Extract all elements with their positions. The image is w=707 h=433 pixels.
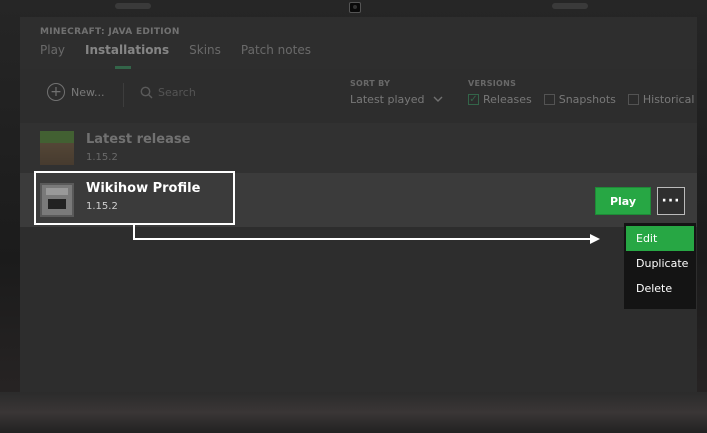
new-installation-label: New...	[71, 85, 105, 99]
bezel-hinge-right	[552, 3, 588, 9]
plus-icon: +	[47, 83, 65, 101]
toolbar-divider	[123, 83, 124, 107]
laptop-base	[0, 392, 707, 433]
grass-block-icon	[40, 131, 74, 165]
annotation-arrow-stem	[133, 225, 135, 239]
annotation-highlight-box	[34, 171, 235, 225]
checkbox-empty-icon	[543, 94, 555, 105]
play-button[interactable]: Play	[595, 187, 651, 215]
installation-context-menu: Edit Duplicate Delete	[624, 223, 696, 309]
tab-skins[interactable]: Skins	[189, 43, 221, 57]
arrow-right-icon	[590, 234, 600, 244]
launcher-header: MINECRAFT: JAVA EDITION Play Installatio…	[20, 17, 697, 69]
sort-by-label: SORT BY	[350, 79, 391, 88]
installation-row-latest-release[interactable]: Latest release 1.15.2	[20, 123, 697, 173]
search-icon	[140, 86, 153, 99]
edition-title: MINECRAFT: JAVA EDITION	[40, 27, 180, 37]
releases-label: Releases	[483, 93, 532, 106]
installation-version: 1.15.2	[86, 152, 118, 163]
menu-item-duplicate[interactable]: Duplicate	[624, 251, 696, 276]
versions-filter: VERSIONS ✓ Releases Snapshots Historical	[468, 79, 694, 106]
installations-toolbar: + New... SORT BY Latest played	[20, 69, 697, 123]
tab-play[interactable]: Play	[40, 43, 65, 57]
snapshots-label: Snapshots	[558, 93, 616, 106]
historical-checkbox[interactable]: Historical	[627, 93, 695, 106]
new-installation-button[interactable]: + New...	[47, 83, 104, 101]
chevron-down-icon	[433, 96, 443, 102]
webcam-icon	[349, 2, 361, 13]
releases-checkbox[interactable]: ✓ Releases	[468, 93, 532, 106]
annotation-arrow-line	[133, 238, 593, 240]
sort-control: SORT BY Latest played	[350, 79, 443, 106]
check-icon: ✓	[468, 93, 479, 105]
bezel-hinge-left	[115, 3, 151, 9]
tab-bar: Play Installations Skins Patch notes	[40, 43, 311, 69]
versions-checkboxes: ✓ Releases Snapshots Historical	[468, 93, 694, 106]
tab-installations[interactable]: Installations	[85, 43, 169, 69]
historical-label: Historical	[642, 93, 695, 106]
search-input[interactable]	[158, 86, 238, 99]
more-options-button[interactable]: ···	[657, 187, 685, 215]
search-box[interactable]	[140, 86, 238, 99]
checkbox-empty-icon	[627, 94, 639, 105]
menu-item-delete[interactable]: Delete	[624, 276, 696, 301]
tab-patch-notes[interactable]: Patch notes	[241, 43, 311, 57]
sort-dropdown[interactable]: Latest played	[350, 93, 443, 106]
sort-value: Latest played	[350, 93, 425, 106]
installation-name: Latest release	[86, 132, 191, 147]
snapshots-checkbox[interactable]: Snapshots	[543, 93, 616, 106]
menu-item-edit[interactable]: Edit	[626, 226, 694, 251]
versions-label: VERSIONS	[468, 79, 517, 88]
